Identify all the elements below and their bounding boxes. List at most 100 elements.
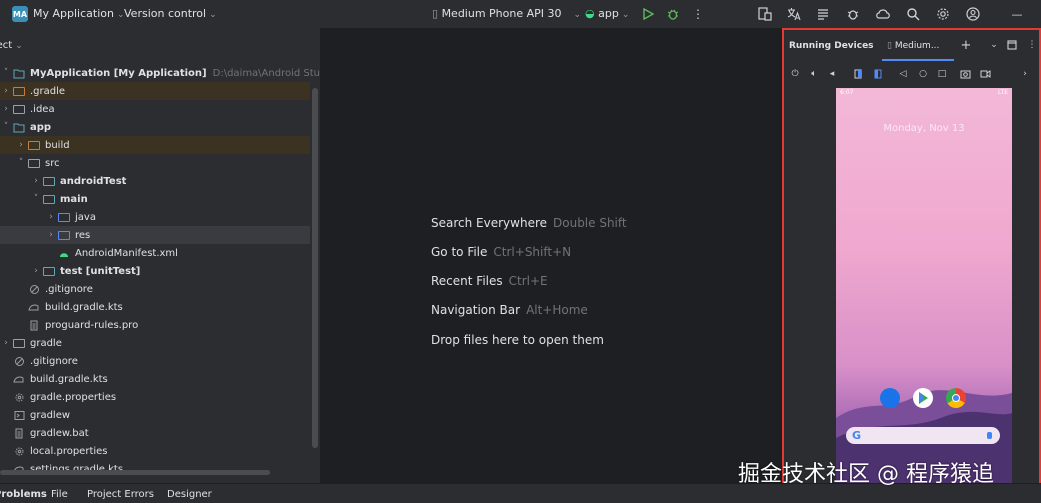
add-device-icon[interactable]: +	[960, 38, 972, 53]
tree-item[interactable]: ˅ MyApplication [My Application] D:\daima\…	[0, 64, 384, 82]
window-options-icon[interactable]	[1006, 39, 1018, 51]
tab-file[interactable]: File	[51, 489, 68, 500]
horizontal-scrollbar[interactable]	[0, 470, 270, 475]
tree-item[interactable]: › gradle	[0, 334, 310, 352]
tree-item-label: build.gradle.kts	[45, 301, 123, 313]
cloud-sync-icon[interactable]	[875, 6, 891, 22]
settings-icon[interactable]	[935, 6, 951, 22]
tree-item[interactable]: › .idea	[0, 100, 310, 118]
chevron-right-icon[interactable]: ›	[0, 104, 12, 114]
tree-item[interactable]: › res	[0, 226, 310, 244]
running-devices-header: Running Devices ▯ Medium... + ⌄ ⋮	[784, 30, 1039, 61]
folder-teal-icon	[42, 265, 56, 277]
tree-item-label: gradle	[30, 337, 62, 349]
chevron-right-icon[interactable]: ›	[45, 230, 57, 240]
device-tab[interactable]: ▯ Medium...	[887, 41, 939, 51]
project-selector[interactable]: My Application ⌄	[33, 7, 125, 20]
tree-item[interactable]: gradle.properties	[0, 388, 310, 406]
power-icon[interactable]: ⏻	[789, 68, 801, 80]
chevron-right-icon[interactable]: ›	[45, 212, 57, 222]
tree-item[interactable]: build.gradle.kts	[0, 298, 310, 316]
project-badge[interactable]: MA	[12, 6, 28, 22]
home-icon[interactable]: ○	[917, 68, 929, 80]
screen-record-icon[interactable]	[979, 68, 991, 80]
overview-icon[interactable]: □	[936, 68, 948, 80]
run-config-selector[interactable]: ◒ app ⌄	[585, 7, 629, 20]
minimize-icon[interactable]: —	[1000, 6, 1034, 22]
tree-item[interactable]: › androidTest	[0, 172, 310, 190]
device-selector[interactable]: ▯ Medium Phone API 30 ⌄	[432, 7, 581, 20]
chevron-down-icon[interactable]: ˅	[15, 158, 27, 168]
project-panel-title[interactable]: Project⌄	[0, 40, 23, 51]
vertical-scrollbar[interactable]	[312, 88, 318, 448]
chevron-right-icon[interactable]: ›	[0, 338, 12, 348]
hint-recent-files: Recent Files Ctrl+E	[431, 274, 548, 288]
device-screen[interactable]: 6:07 LTE Monday, Nov 13 G	[836, 88, 1012, 485]
phone-icon: ▯	[887, 41, 895, 51]
volume-down-icon[interactable]: ◂	[826, 68, 838, 80]
chevron-right-icon[interactable]: ›	[0, 86, 12, 96]
tree-item[interactable]: › build	[0, 136, 310, 154]
tree-item[interactable]: › .gradle	[0, 82, 310, 100]
tree-item[interactable]: ˅ main	[0, 190, 310, 208]
chevron-right-icon[interactable]: ›	[30, 176, 42, 186]
more-icon[interactable]: ⋮	[1026, 39, 1038, 51]
chevron-down-icon[interactable]: ˅	[0, 68, 12, 78]
bug-icon[interactable]	[845, 6, 861, 22]
tree-item[interactable]: proguard-rules.pro	[0, 316, 310, 334]
tree-item[interactable]: .gitignore	[0, 280, 310, 298]
debug-icon[interactable]	[665, 6, 681, 22]
screenshot-icon[interactable]	[959, 68, 971, 80]
chevron-down-icon[interactable]: ⌄	[988, 39, 1000, 51]
tree-item[interactable]: build.gradle.kts	[0, 370, 310, 388]
tree-item-label: build.gradle.kts	[30, 373, 108, 385]
account-icon[interactable]	[965, 6, 981, 22]
chevron-right-icon[interactable]: ›	[30, 266, 42, 276]
tree-item-label: res	[75, 229, 91, 241]
back-icon[interactable]: ◁	[897, 68, 909, 80]
chevron-right-icon[interactable]: ›	[15, 140, 27, 150]
google-search-bar[interactable]: G	[846, 427, 1000, 444]
chrome-icon[interactable]	[946, 388, 966, 408]
hint-shortcut: Alt+Home	[526, 303, 588, 317]
volume-up-icon[interactable]: 🔈︎	[808, 68, 820, 80]
chevron-down-icon[interactable]: ˅	[0, 122, 12, 132]
tree-item[interactable]: ˅ app	[0, 118, 310, 136]
chevron-right-icon[interactable]: ›	[1019, 68, 1031, 80]
play-store-icon[interactable]	[913, 388, 933, 408]
tree-item[interactable]: local.properties	[0, 442, 310, 460]
tab-designer[interactable]: Designer	[167, 489, 212, 500]
tree-item[interactable]: gradlew.bat	[0, 424, 310, 442]
main-toolbar: MA My Application ⌄ Version control ⌄ ▯ Me…	[0, 0, 1041, 28]
chevron-down-icon[interactable]: ˅	[30, 194, 42, 204]
search-icon[interactable]	[905, 6, 921, 22]
terminal-icon	[12, 409, 26, 421]
translate-icon[interactable]	[786, 6, 802, 22]
rotate-left-icon[interactable]	[852, 68, 864, 80]
tree-item[interactable]: settings.gradle.kts	[0, 460, 310, 478]
run-icon[interactable]	[640, 6, 656, 22]
tree-item[interactable]: .gitignore	[0, 352, 310, 370]
logcat-icon[interactable]	[815, 6, 831, 22]
rotate-right-icon[interactable]	[872, 68, 884, 80]
phone-date: Monday, Nov 13	[883, 123, 965, 134]
tree-item[interactable]: › test [unitTest]	[0, 262, 310, 280]
hint-drop-files: Drop files here to open them	[431, 333, 604, 347]
hint-label: Navigation Bar	[431, 303, 521, 317]
active-tab-indicator	[882, 59, 954, 61]
ignore-icon	[12, 355, 26, 367]
tab-problems[interactable]: Problems	[0, 489, 47, 500]
device-manager-icon[interactable]	[757, 6, 773, 22]
tree-item-label: gradlew.bat	[30, 427, 89, 439]
tree-item[interactable]: gradlew	[0, 406, 310, 424]
tree-item-label: build	[45, 139, 70, 151]
tab-project-errors[interactable]: Project Errors	[87, 489, 154, 500]
vcs-menu[interactable]: Version control ⌄	[124, 7, 217, 20]
more-icon[interactable]: ⋮	[690, 6, 706, 22]
tree-item[interactable]: ˅ src	[0, 154, 310, 172]
tree-item[interactable]: AndroidManifest.xml	[0, 244, 310, 262]
messages-icon[interactable]	[880, 388, 900, 408]
mic-icon[interactable]	[987, 432, 992, 439]
tree-item[interactable]: › java	[0, 208, 310, 226]
vcs-label: Version control	[124, 7, 207, 20]
